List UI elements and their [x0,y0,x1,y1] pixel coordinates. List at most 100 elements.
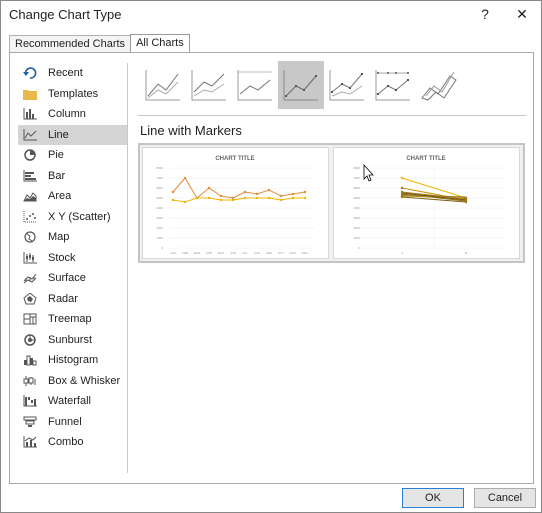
y-tick: 1000 [353,236,360,240]
subtype-line-with-markers[interactable] [278,61,324,109]
preview-2-gridlines [360,167,506,249]
preview-1-gridlines [169,167,315,249]
mouse-cursor-icon [363,163,374,182]
sidebar-item-waterfall[interactable]: Waterfall [18,391,128,412]
waterfall-icon [22,394,38,408]
sidebar-item-bar[interactable]: Bar [18,166,128,187]
subtype-stacked-line[interactable] [186,61,232,109]
x-tick: OCT [278,251,285,255]
box-whisker-icon [22,374,38,388]
y-tick: 5000 [156,196,163,200]
sidebar-item-surface[interactable]: Surface [18,268,128,289]
sidebar-item-box-whisker[interactable]: Box & Whisker [18,371,128,392]
tab-recommended-charts[interactable]: Recommended Charts [9,35,132,52]
y-tick: 8000 [353,166,360,170]
tab-all-charts[interactable]: All Charts [130,34,190,52]
sidebar-item-label: Surface [48,272,86,285]
preview-2-xticks: A B [401,251,467,255]
sidebar-item-column[interactable]: Column [18,104,128,125]
y-tick: 2000 [156,226,163,230]
preview-1-xticks: JAN FEB MAR APR MAY JUN JUL AUG SEP OCT … [170,251,309,255]
radar-chart-icon [22,292,38,306]
sidebar-item-label: Map [48,231,70,244]
sidebar-item-label: Bar [48,169,66,182]
y-tick: 8000 [156,166,163,170]
chart-type-list: Recent Templates Column Line Pie Bar Are… [18,63,128,453]
x-tick: FEB [182,251,188,255]
sidebar-item-histogram[interactable]: Histogram [18,350,128,371]
dialog-title: Change Chart Type [9,7,122,22]
preview-chart-1: CHART TITLE 8000 7000 6000 5000 4000 300… [156,156,315,255]
subtype-3d-line[interactable] [416,61,462,109]
subtype-100-stacked-line[interactable] [232,61,278,109]
cancel-button[interactable]: Cancel [474,488,536,508]
preview-option-2[interactable]: CHART TITLE 8000 7000 6000 5000 4000 300… [333,147,520,259]
x-tick: DEC [302,251,309,255]
sidebar-item-label: Pie [48,149,64,162]
subtype-100-stacked-line-markers[interactable] [370,61,416,109]
x-tick: AUG [254,251,261,255]
subtype-stacked-line-markers[interactable] [324,61,370,109]
y-tick: 1000 [156,236,163,240]
line-chart-icon [22,128,38,142]
x-tick: A [401,251,403,255]
sidebar-item-sunburst[interactable]: Sunburst [18,330,128,351]
gallery-separator [138,115,526,116]
y-tick: 2000 [353,226,360,230]
preview-2-title: CHART TITLE [406,156,445,162]
sidebar-item-label: Box & Whisker [48,374,121,387]
sidebar-item-area[interactable]: Area [18,186,128,207]
y-tick: 0 [161,246,163,250]
preview-option-1[interactable]: CHART TITLE 8000 7000 6000 5000 4000 300… [142,147,329,259]
y-tick: 7000 [156,176,163,180]
sidebar-item-radar[interactable]: Radar [18,289,128,310]
sidebar-item-scatter[interactable]: X Y (Scatter) [18,207,128,228]
area-chart-icon [22,189,38,203]
surface-chart-icon [22,271,38,285]
sidebar-item-label: Line [48,128,69,141]
panel-divider [127,63,128,473]
ok-button[interactable]: OK [402,488,464,508]
sidebar-item-map[interactable]: Map [18,227,128,248]
preview-2-yticks: 8000 7000 6000 5000 4000 3000 2000 1000 … [353,166,360,250]
sidebar-item-funnel[interactable]: Funnel [18,412,128,433]
x-tick: MAY [218,251,224,255]
sidebar-item-line[interactable]: Line [18,124,128,145]
subtype-line[interactable] [140,61,186,109]
sidebar-item-stock[interactable]: Stock [18,248,128,269]
folder-icon [22,87,38,101]
sidebar-item-pie[interactable]: Pie [18,145,128,166]
sidebar-item-templates[interactable]: Templates [18,84,128,105]
line-subtype-icon [145,70,180,101]
all-charts-panel: Recent Templates Column Line Pie Bar Are… [9,52,534,484]
y-tick: 3000 [353,216,360,220]
x-tick: SEP [266,251,272,255]
help-button[interactable]: ? [470,3,500,25]
sidebar-item-label: Funnel [48,415,82,428]
x-tick: JUL [242,251,248,255]
sidebar-item-label: Histogram [48,354,99,367]
preview-chart-2: CHART TITLE 8000 7000 6000 5000 4000 300… [353,156,506,255]
line-with-markers-icon [283,70,318,101]
sidebar-item-treemap[interactable]: Treemap [18,309,128,330]
stock-chart-icon [22,251,38,265]
sidebar-item-label: Radar [48,292,78,305]
preview-1-title: CHART TITLE [215,156,254,162]
treemap-icon [22,312,38,326]
stacked-line-icon [191,70,226,101]
stacked-line-markers-icon [329,70,364,101]
sidebar-item-label: Templates [48,87,99,100]
x-tick: MAR [194,251,202,255]
combo-chart-icon [22,435,38,449]
column-chart-icon [22,107,38,121]
sidebar-item-label: Treemap [48,313,92,326]
histogram-icon [22,353,38,367]
sidebar-item-recent[interactable]: Recent [18,63,128,84]
y-tick: 7000 [353,176,360,180]
x-tick: APR [206,251,213,255]
sidebar-item-combo[interactable]: Combo [18,432,128,453]
percent-stacked-line-icon [237,70,272,101]
sidebar-item-label: X Y (Scatter) [48,210,111,223]
close-button[interactable]: ✕ [507,3,537,25]
line-subtype-gallery [140,61,462,109]
